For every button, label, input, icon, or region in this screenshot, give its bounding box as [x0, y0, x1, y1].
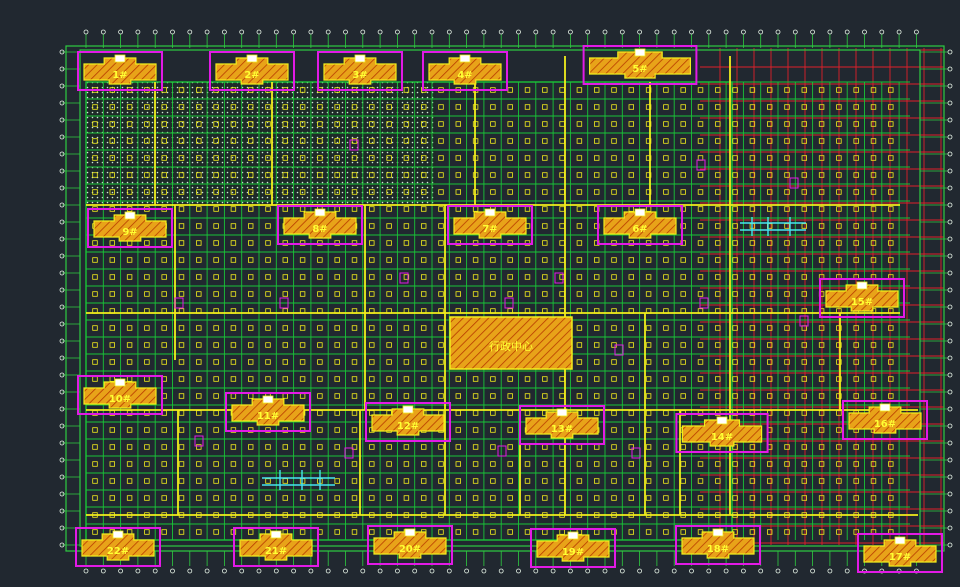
building-core: [404, 528, 416, 537]
building-core: [634, 48, 646, 57]
building-core: [484, 208, 496, 217]
building-label: 14#: [711, 432, 733, 443]
building-core: [712, 528, 724, 537]
building-core: [459, 54, 471, 63]
building-label: 9#: [122, 227, 137, 238]
building-core: [314, 208, 326, 217]
building-core: [354, 54, 366, 63]
building-core: [114, 378, 126, 387]
building-label: 22#: [107, 546, 129, 557]
building-core: [112, 530, 124, 539]
building-label: 21#: [265, 546, 287, 557]
building-label: 15#: [851, 297, 873, 308]
building-label: 16#: [874, 419, 896, 430]
building-core: [114, 54, 126, 63]
building-label: 13#: [551, 424, 573, 435]
building-core: [716, 416, 728, 425]
building-core: [879, 403, 891, 412]
building-label: 2#: [244, 70, 259, 81]
building-label: 4#: [457, 70, 472, 81]
building-core: [634, 208, 646, 217]
building-core: [270, 530, 282, 539]
building-label: 5#: [632, 64, 647, 75]
building-label: 12#: [397, 421, 419, 432]
building-label: 20#: [399, 544, 421, 555]
building-label: 19#: [562, 547, 584, 558]
building-label: 1#: [112, 70, 127, 81]
building-label: 3#: [352, 70, 367, 81]
admin-center: 行政中心: [449, 316, 573, 370]
building-label: 7#: [482, 224, 497, 235]
building-label: 17#: [889, 552, 911, 563]
building-core: [856, 281, 868, 290]
building-label: 11#: [257, 411, 279, 422]
building-core: [124, 211, 136, 220]
building-label: 8#: [312, 224, 327, 235]
cad-site-plan: 1# 2# 3# 4# 5# 6# 7# 8# 9# 10# 11# 12# 13# 14# 15# 16# 1…: [0, 0, 960, 587]
building-label: 6#: [632, 224, 647, 235]
dotted-zone: [86, 82, 436, 204]
building-label: 10#: [109, 394, 131, 405]
building-core: [262, 395, 274, 404]
building-core: [246, 54, 258, 63]
building-core: [402, 405, 414, 414]
building-core: [567, 531, 579, 540]
building-label: 18#: [707, 544, 729, 555]
building-core: [556, 408, 568, 417]
admin-center-label: 行政中心: [489, 339, 533, 353]
building-core: [894, 536, 906, 545]
